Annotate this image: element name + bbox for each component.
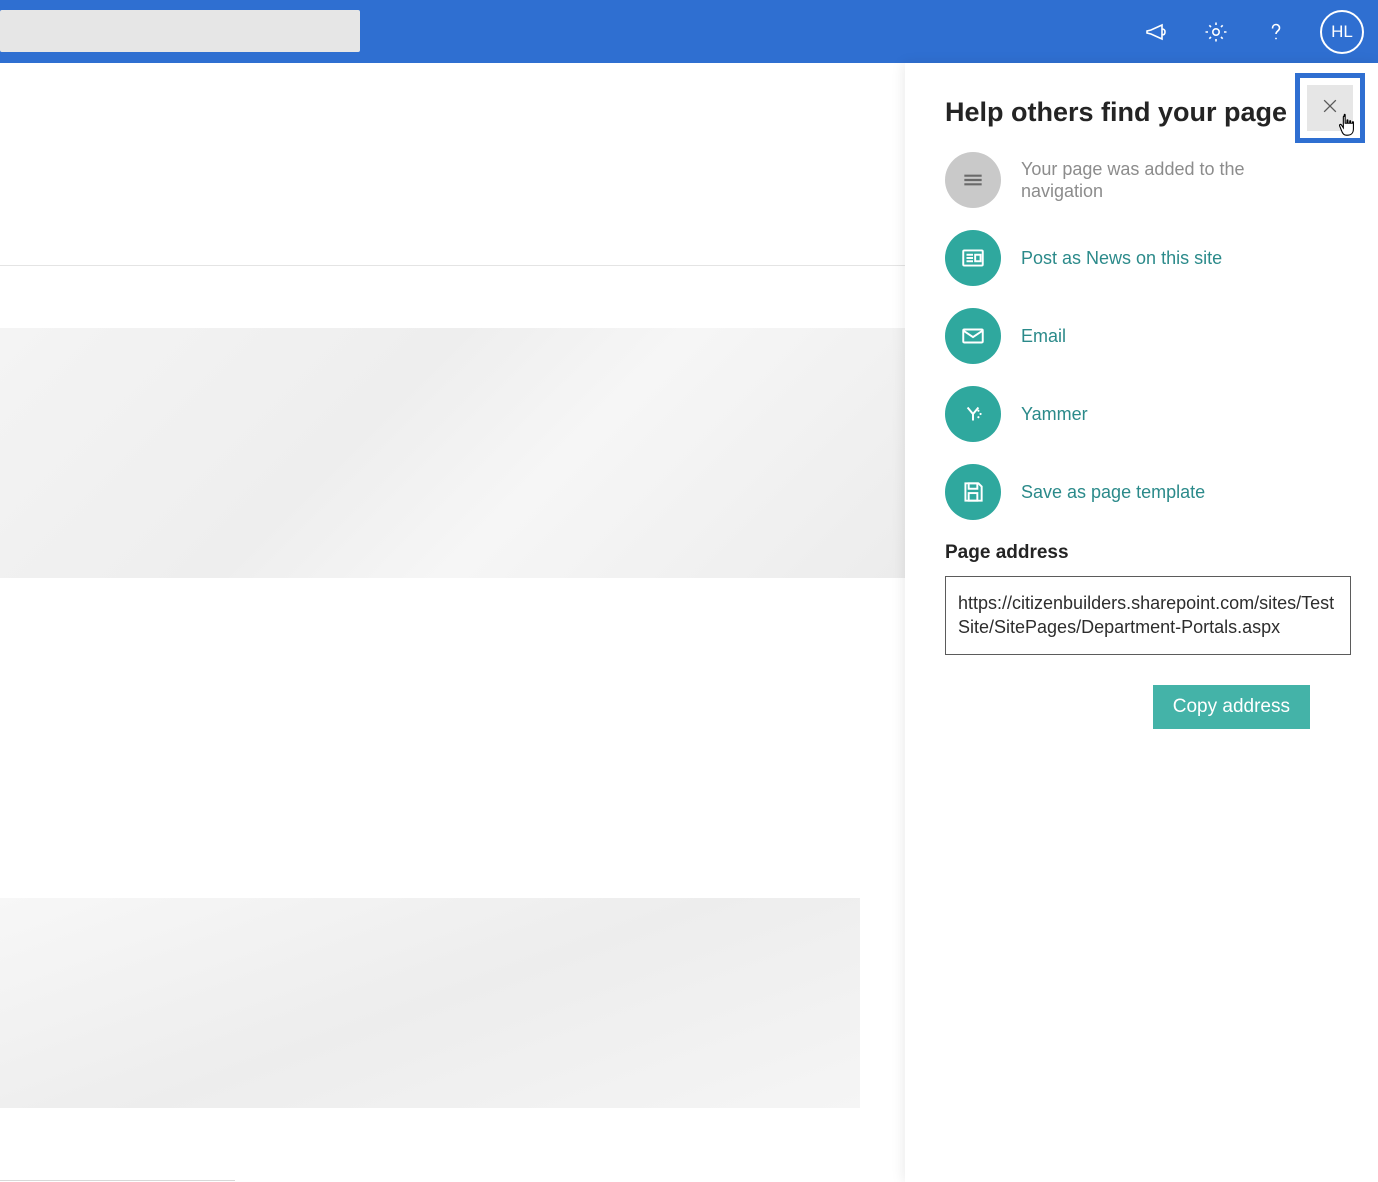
main-content-area: [0, 63, 905, 1182]
search-input[interactable]: [0, 10, 360, 52]
navigation-icon: [945, 152, 1001, 208]
gear-icon[interactable]: [1200, 16, 1232, 48]
news-icon: [945, 230, 1001, 286]
copy-address-button[interactable]: Copy address: [1153, 685, 1310, 729]
close-button[interactable]: [1307, 85, 1353, 131]
post-news-label[interactable]: Post as News on this site: [1021, 248, 1222, 269]
navigation-added-row: Your page was added to the navigation: [945, 152, 1342, 208]
divider: [0, 265, 905, 266]
avatar[interactable]: HL: [1320, 10, 1364, 54]
yammer-icon: [945, 386, 1001, 442]
close-button-highlight: [1295, 73, 1365, 143]
avatar-initials: HL: [1331, 22, 1353, 42]
megaphone-icon[interactable]: [1140, 16, 1172, 48]
hero-image-bottom: [0, 898, 860, 1108]
page-address-label: Page address: [945, 542, 1342, 564]
page-address-field[interactable]: https://citizenbuilders.sharepoint.com/s…: [945, 576, 1351, 655]
save-icon: [945, 464, 1001, 520]
hero-image-top: [0, 328, 905, 578]
panel-title: Help others find your page: [945, 97, 1342, 128]
email-icon: [945, 308, 1001, 364]
save-template-label[interactable]: Save as page template: [1021, 482, 1205, 503]
save-template-row[interactable]: Save as page template: [945, 464, 1342, 520]
divider: [0, 1180, 235, 1181]
email-row[interactable]: Email: [945, 308, 1342, 364]
yammer-row[interactable]: Yammer: [945, 386, 1342, 442]
content-block: [0, 578, 905, 898]
close-icon: [1320, 96, 1340, 121]
help-others-panel: Help others find your page Your page was…: [905, 63, 1378, 1182]
help-icon[interactable]: [1260, 16, 1292, 48]
yammer-label[interactable]: Yammer: [1021, 404, 1088, 425]
post-news-row[interactable]: Post as News on this site: [945, 230, 1342, 286]
email-label[interactable]: Email: [1021, 326, 1066, 347]
navigation-added-text: Your page was added to the navigation: [1021, 158, 1311, 203]
top-bar: HL: [0, 0, 1378, 63]
